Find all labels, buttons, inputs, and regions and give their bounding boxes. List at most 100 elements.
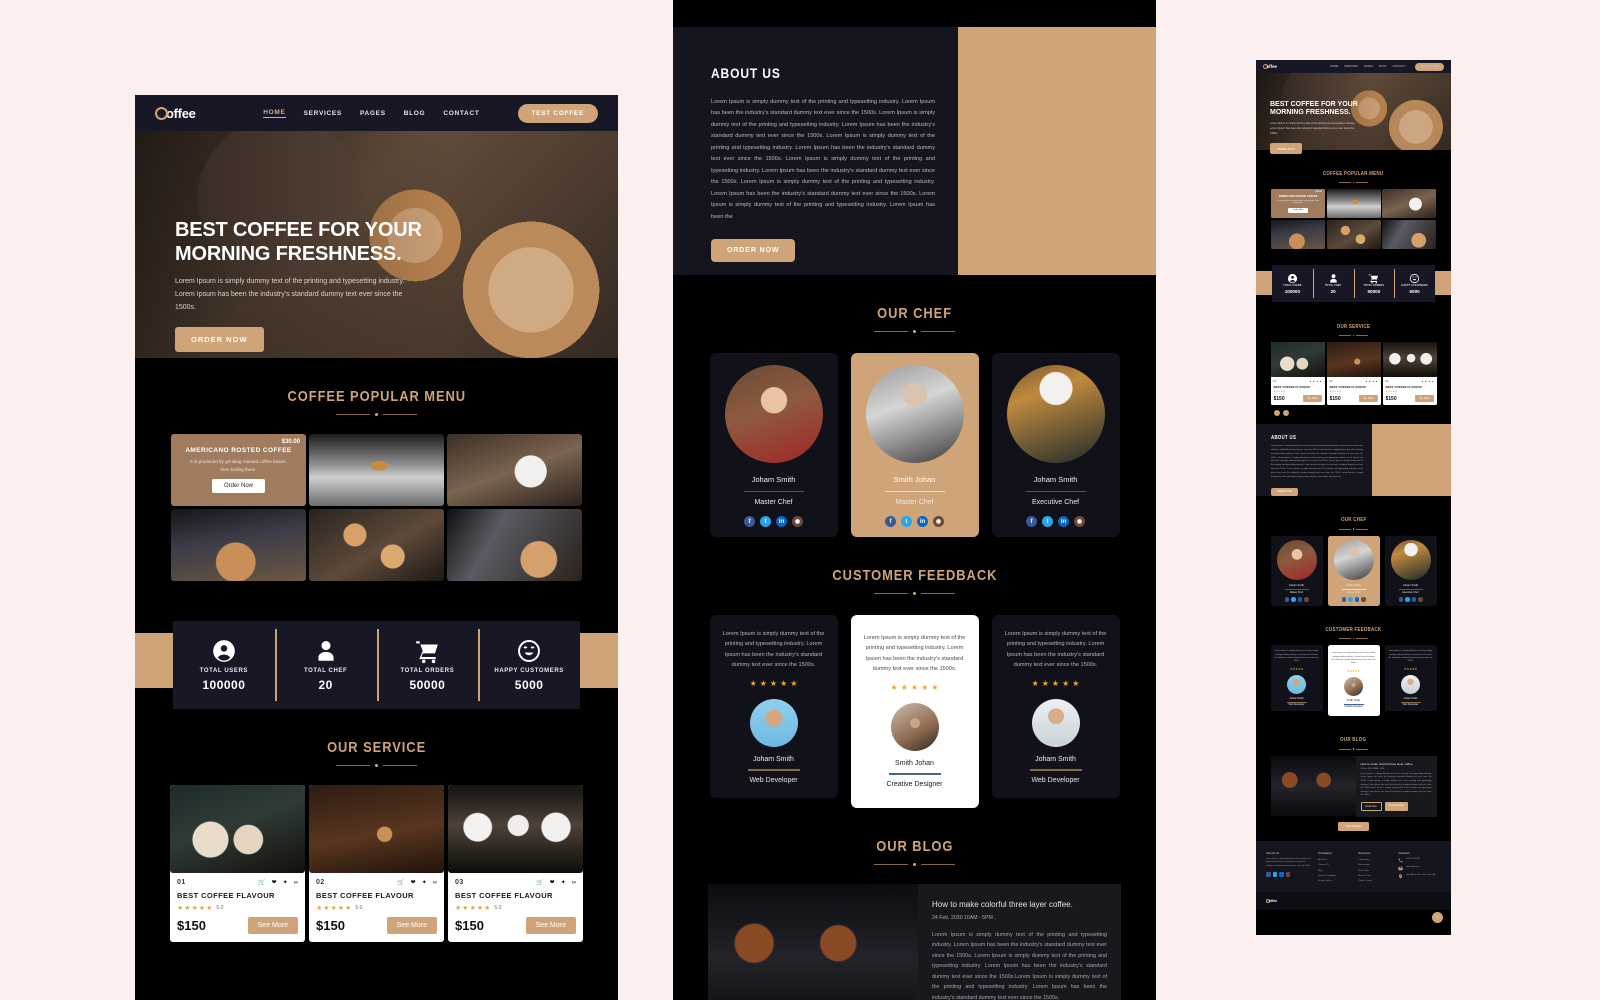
share-icon[interactable]: ●: [1376, 380, 1377, 383]
nav-item-blog[interactable]: BLOG: [1379, 65, 1386, 68]
about-order-now-button[interactable]: ORDER NOW: [711, 238, 796, 262]
contact-mail[interactable]: info@coffee.com: [1398, 866, 1441, 871]
thumb-menu-order-button[interactable]: Order Now: [1287, 207, 1309, 213]
service-card[interactable]: 02 🛒 ❤ ✦ ∞ BEST COFFEE FLAVOUR ★ ★ ★ ★ ★ 5.0: [309, 785, 444, 942]
thumb-blog-post[interactable]: How to make colorful three layer coffee.…: [1270, 755, 1437, 817]
menu-feature-card[interactable]: $30.00 AMERICANO ROSTED COFFEE It is pro…: [171, 434, 306, 506]
linkedin-icon[interactable]: in: [1058, 516, 1069, 527]
logo[interactable]: offee: [155, 106, 196, 121]
heart-icon[interactable]: ❤: [411, 879, 416, 886]
facebook-icon[interactable]: [1398, 597, 1403, 602]
test-coffee-button[interactable]: TEST COFFEE: [517, 103, 598, 123]
nav-item-pages[interactable]: PAGES: [360, 110, 386, 117]
see-more-button[interactable]: See More: [1303, 395, 1322, 403]
linkedin-icon[interactable]: [1297, 597, 1302, 602]
thumb-menu-tile[interactable]: [1271, 219, 1325, 249]
thumb-chef-card[interactable]: Joham Smith Master Chef: [1270, 535, 1323, 606]
thumb-menu-tile[interactable]: [1382, 219, 1436, 249]
footer-link[interactable]: Privacy policy: [1318, 879, 1352, 884]
chef-card[interactable]: Joham Smith Master Chef f t in ◉: [709, 353, 838, 537]
menu-tile-latte-cup[interactable]: [447, 434, 582, 506]
linkedin-icon[interactable]: [1411, 597, 1416, 602]
linkedin-icon[interactable]: [1354, 597, 1359, 602]
thumb-feedback-card[interactable]: Lorem Ipsum is simply dummy text of the …: [1327, 645, 1380, 717]
thumb-service-card[interactable]: 01 ● ● ● ● BEST COFFEE FLAVOUR ★★★★★ $150 S…: [1270, 342, 1325, 406]
linkedin-icon[interactable]: in: [917, 516, 928, 527]
instagram-icon[interactable]: ◉: [792, 516, 803, 527]
thumb-order-now-button[interactable]: ORDER NOW: [1270, 143, 1302, 155]
menu-tile-espresso-machine[interactable]: [309, 434, 444, 506]
footer-link[interactable]: Coffee Course: [1358, 879, 1392, 884]
thumb-menu-tile[interactable]: [1326, 219, 1381, 249]
thumb-service-card[interactable]: 02 ● ● ● ● BEST COFFEE FLAVOUR ★★★★★ $150 S…: [1326, 342, 1381, 406]
nav-item-services[interactable]: SERVICES: [304, 110, 342, 117]
twitter-icon[interactable]: [1272, 872, 1277, 877]
share-icon[interactable]: ∞: [433, 880, 437, 886]
cart-icon[interactable]: 🛒: [258, 879, 265, 886]
chef-card[interactable]: Smith Johan Master Chef f t in ◉: [850, 353, 979, 537]
feedback-card[interactable]: Lorem Ipsum is simply dummy text of the …: [850, 615, 979, 808]
thumb-service-card[interactable]: 03 ● ● ● ● BEST COFFEE FLAVOUR ★★★★★ $150 S…: [1382, 342, 1437, 406]
contact-location[interactable]: Office Address Here, New York, USA: [1398, 874, 1441, 879]
menu-tile-milk-pour[interactable]: [171, 509, 306, 581]
comments-button[interactable]: 20 Comments: [1384, 801, 1408, 811]
heart-icon[interactable]: ●: [1425, 380, 1426, 383]
thumb-chef-card[interactable]: Joham Smith Executive Chef: [1384, 535, 1437, 606]
chef-card[interactable]: Joham Smith Executive Chef f t in ◉: [991, 353, 1120, 537]
facebook-icon[interactable]: f: [885, 516, 896, 527]
twitter-icon[interactable]: t: [760, 516, 771, 527]
thumb-chef-card[interactable]: Smith Johan Master Chef: [1327, 535, 1380, 606]
twitter-icon[interactable]: t: [901, 516, 912, 527]
nav-item-pages[interactable]: PAGES: [1364, 65, 1373, 68]
cart-icon[interactable]: 🛒: [397, 879, 404, 886]
thumb-menu-tile[interactable]: [1382, 189, 1436, 219]
carousel-next-button[interactable]: [1283, 410, 1289, 417]
service-card[interactable]: 03 🛒 ❤ ✦ ∞ BEST COFFEE FLAVOUR ★ ★ ★ ★ ★ 5.0: [448, 785, 583, 942]
thumb-feedback-card[interactable]: Lorem Ipsum is simply dummy text of the …: [1270, 645, 1323, 712]
heart-icon[interactable]: ●: [1313, 380, 1314, 383]
see-more-button[interactable]: See More: [1415, 395, 1434, 403]
star-icon[interactable]: ✦: [422, 879, 427, 886]
thumb-feedback-card[interactable]: Lorem Ipsum is simply dummy text of the …: [1384, 645, 1437, 712]
contact-phone[interactable]: +000 123 456789: [1398, 858, 1441, 863]
nav-item-services[interactable]: SERVICES: [1344, 65, 1358, 68]
instagram-icon[interactable]: [1304, 597, 1309, 602]
thumb-menu-feature-card[interactable]: $30.00 AMERICANO ROSTED COFFEE It is pro…: [1271, 189, 1325, 219]
nav-item-contact[interactable]: CONTACT: [443, 110, 479, 117]
facebook-icon[interactable]: [1341, 597, 1346, 602]
see-more-button[interactable]: See More: [247, 917, 298, 934]
see-more-button[interactable]: See More: [386, 917, 437, 934]
star-icon[interactable]: ●: [1373, 380, 1374, 383]
twitter-icon[interactable]: [1291, 597, 1296, 602]
heart-icon[interactable]: ❤: [272, 879, 277, 886]
nav-item-home[interactable]: HOME: [1330, 65, 1338, 68]
linkedin-icon[interactable]: [1279, 872, 1284, 877]
heart-icon[interactable]: ❤: [550, 879, 555, 886]
linkedin-icon[interactable]: in: [776, 516, 787, 527]
star-icon[interactable]: ✦: [561, 879, 566, 886]
nav-item-home[interactable]: HOME: [263, 109, 286, 118]
feedback-card[interactable]: Lorem Ipsum is simply dummy text of the …: [991, 615, 1120, 798]
share-icon[interactable]: ●: [1320, 380, 1321, 383]
nav-item-contact[interactable]: CONTACT: [1393, 65, 1406, 68]
nav-item-blog[interactable]: BLOG: [404, 110, 426, 117]
service-card[interactable]: 01 🛒 ❤ ✦ ∞ BEST COFFEE FLAVOUR ★ ★ ★ ★ ★ 5.0: [170, 785, 305, 942]
instagram-icon[interactable]: [1285, 872, 1290, 877]
blog-post[interactable]: How to make colorful three layer coffee.…: [708, 883, 1121, 1000]
feedback-card[interactable]: Lorem Ipsum is simply dummy text of the …: [709, 615, 838, 798]
read-now-button[interactable]: Read Now: [1360, 801, 1382, 811]
share-icon[interactable]: ∞: [572, 880, 576, 886]
share-icon[interactable]: ●: [1432, 380, 1433, 383]
facebook-icon[interactable]: [1266, 872, 1271, 877]
thumb-logo[interactable]: offee: [1263, 64, 1277, 69]
twitter-icon[interactable]: [1348, 597, 1353, 602]
instagram-icon[interactable]: [1418, 597, 1423, 602]
facebook-icon[interactable]: [1284, 597, 1289, 602]
cart-icon[interactable]: 🛒: [536, 879, 543, 886]
test-coffee-button[interactable]: TEST COFFEE: [1415, 62, 1444, 71]
menu-tile-milk-jug[interactable]: [447, 509, 582, 581]
facebook-icon[interactable]: f: [744, 516, 755, 527]
thumb-about-order-button[interactable]: ORDER NOW: [1271, 487, 1299, 496]
footer-logo[interactable]: offee: [1266, 899, 1277, 904]
view-all-blogs-button[interactable]: View All Blogs: [1338, 821, 1369, 831]
